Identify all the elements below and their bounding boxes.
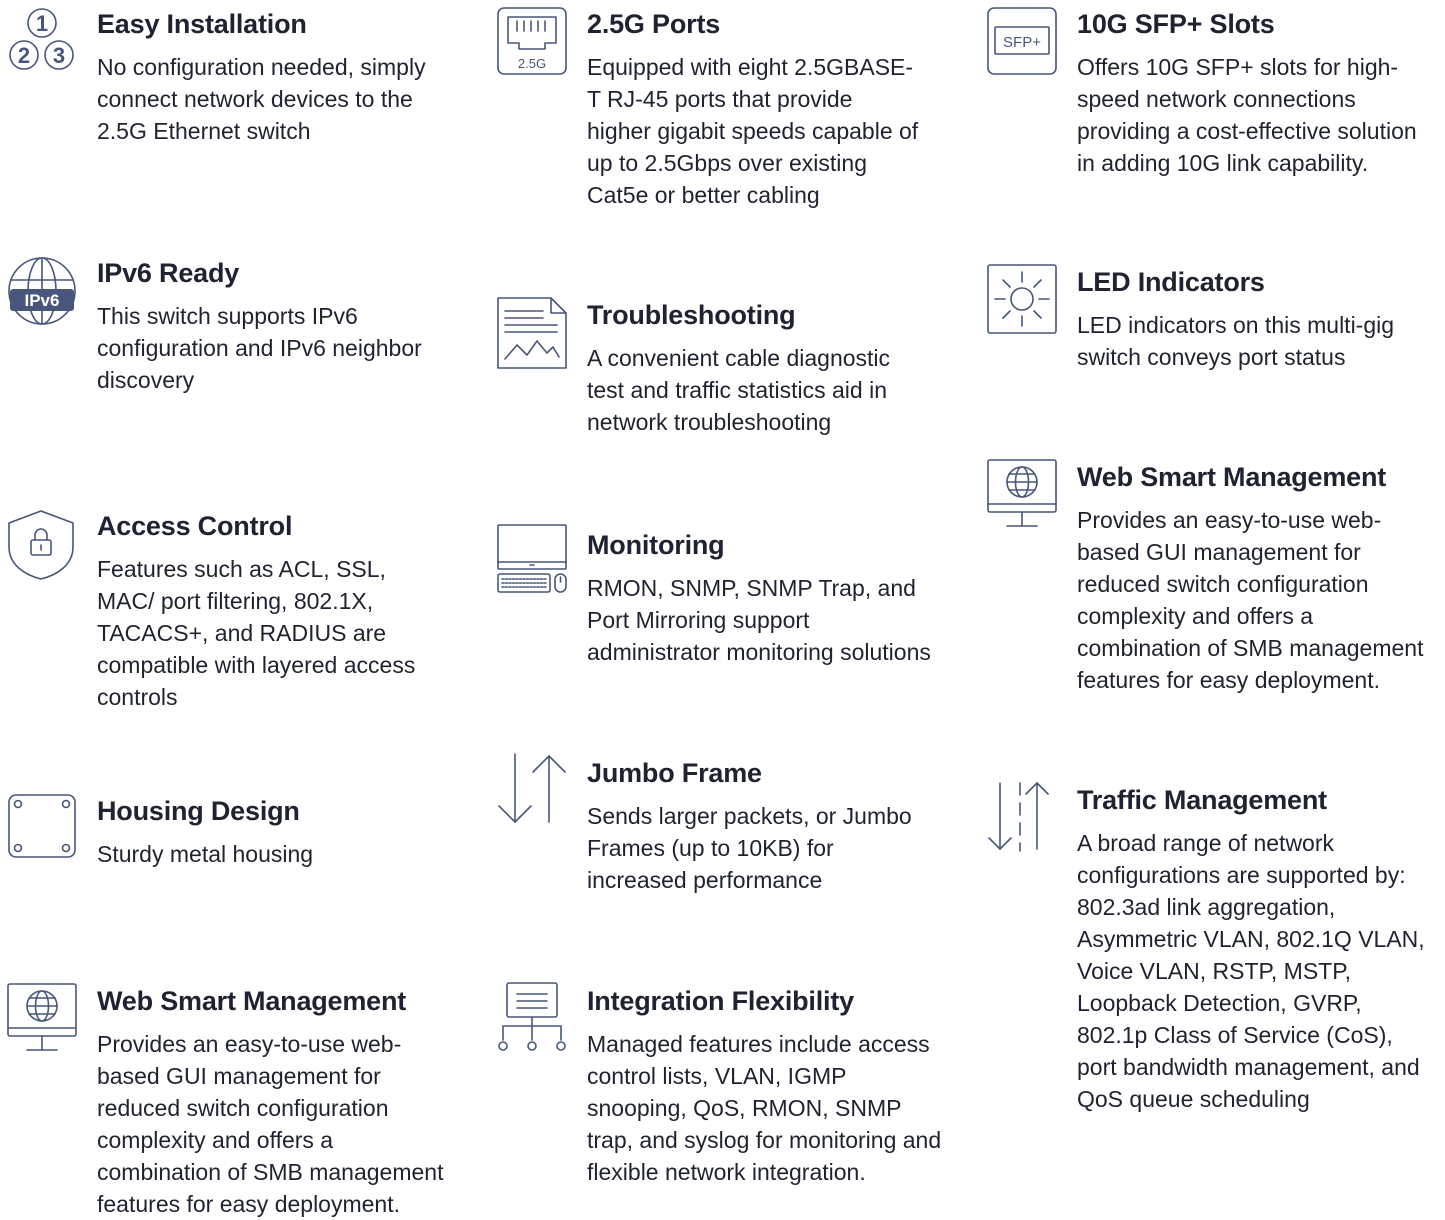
feature-web-smart-management-left: Web Smart Management Provides an easy-to… — [7, 983, 457, 1217]
sfp-slot-icon: SFP+ — [987, 7, 1057, 75]
svg-text:3: 3 — [53, 43, 65, 68]
monitor-globe-icon — [7, 983, 77, 1053]
svg-text:2: 2 — [18, 43, 30, 68]
feature-title: Web Smart Management — [97, 986, 407, 1016]
feature-description: Provides an easy-to-use web-based GUI ma… — [97, 1031, 444, 1217]
feature-easy-installation: 1 2 3 Easy Installation No configuration… — [7, 7, 437, 144]
feature-description: Managed features include access control … — [587, 1031, 942, 1185]
feature-integration-flexibility: Integration Flexibility Managed features… — [497, 982, 947, 1192]
feature-housing-design: Housing Design Sturdy metal housing — [7, 793, 447, 873]
feature-title: Housing Design — [97, 796, 300, 826]
feature-title: LED Indicators — [1077, 267, 1265, 297]
sun-led-icon — [987, 264, 1057, 334]
feature-title: Troubleshooting — [587, 300, 796, 330]
feature-title: Traffic Management — [1077, 785, 1327, 815]
feature-troubleshooting: Troubleshooting A convenient cable diagn… — [497, 297, 937, 447]
feature-access-control: Access Control Features such as ACL, SSL… — [7, 509, 447, 710]
up-down-arrows-icon — [497, 752, 569, 826]
feature-title: Access Control — [97, 511, 293, 541]
feature-description: Sturdy metal housing — [97, 841, 314, 867]
steps-123-icon: 1 2 3 — [7, 7, 77, 73]
feature-title: Jumbo Frame — [587, 758, 762, 788]
network-tree-icon — [497, 982, 569, 1054]
feature-description: Sends larger packets, or Jumbo Frames (u… — [587, 803, 912, 893]
feature-ipv6-ready: IPv6 IPv6 Ready This switch supports IPv… — [7, 256, 437, 396]
feature-description: Offers 10G SFP+ slots for high-speed net… — [1077, 54, 1417, 176]
computer-keyboard-mouse-icon — [497, 524, 569, 596]
metal-plate-icon — [7, 793, 77, 859]
feature-title: Web Smart Management — [1077, 462, 1387, 492]
feature-description: Provides an easy-to-use web-based GUI ma… — [1077, 507, 1424, 693]
feature-10g-sfp-slots: SFP+ 10G SFP+ Slots Offers 10G SFP+ slot… — [987, 7, 1437, 187]
svg-text:IPv6: IPv6 — [25, 291, 60, 310]
globe-ipv6-icon: IPv6 — [7, 256, 77, 326]
traffic-arrows-icon — [987, 781, 1049, 853]
feature-title: IPv6 Ready — [97, 258, 240, 288]
feature-title: 10G SFP+ Slots — [1077, 9, 1275, 39]
feature-led-indicators: LED Indicators LED indicators on this mu… — [987, 264, 1437, 384]
report-chart-icon — [497, 297, 567, 369]
feature-monitoring: Monitoring RMON, SNMP, SNMP Trap, and Po… — [497, 524, 937, 674]
feature-description: This switch supports IPv6 configuration … — [97, 303, 422, 393]
shield-lock-icon — [7, 509, 75, 581]
svg-text:1: 1 — [36, 11, 48, 36]
feature-title: Easy Installation — [97, 9, 307, 39]
feature-title: Monitoring — [587, 530, 725, 560]
feature-web-smart-management-right: Web Smart Management Provides an easy-to… — [987, 459, 1445, 699]
feature-description: A convenient cable diagnostic test and t… — [587, 345, 891, 435]
feature-description: A broad range of network configurations … — [1077, 830, 1425, 1112]
rj45-port-icon: 2.5G — [497, 7, 567, 75]
feature-description: RMON, SNMP, SNMP Trap, and Port Mirrorin… — [587, 575, 931, 665]
svg-text:SFP+: SFP+ — [1003, 34, 1041, 51]
feature-2-5g-ports: 2.5G 2.5G Ports Equipped with eight 2.5G… — [497, 7, 937, 217]
feature-jumbo-frame: Jumbo Frame Sends larger packets, or Jum… — [497, 752, 937, 902]
feature-description: No configuration needed, simply connect … — [97, 54, 426, 144]
feature-title: 2.5G Ports — [587, 9, 721, 39]
svg-text:2.5G: 2.5G — [518, 56, 546, 71]
feature-description: Features such as ACL, SSL, MAC/ port fil… — [97, 556, 416, 710]
feature-traffic-management: Traffic Management A broad range of netw… — [987, 781, 1437, 1121]
feature-description: LED indicators on this multi-gig switch … — [1077, 312, 1395, 370]
feature-title: Integration Flexibility — [587, 986, 854, 1016]
feature-description: Equipped with eight 2.5GBASE-T RJ-45 por… — [587, 54, 919, 208]
monitor-globe-icon — [987, 459, 1057, 529]
